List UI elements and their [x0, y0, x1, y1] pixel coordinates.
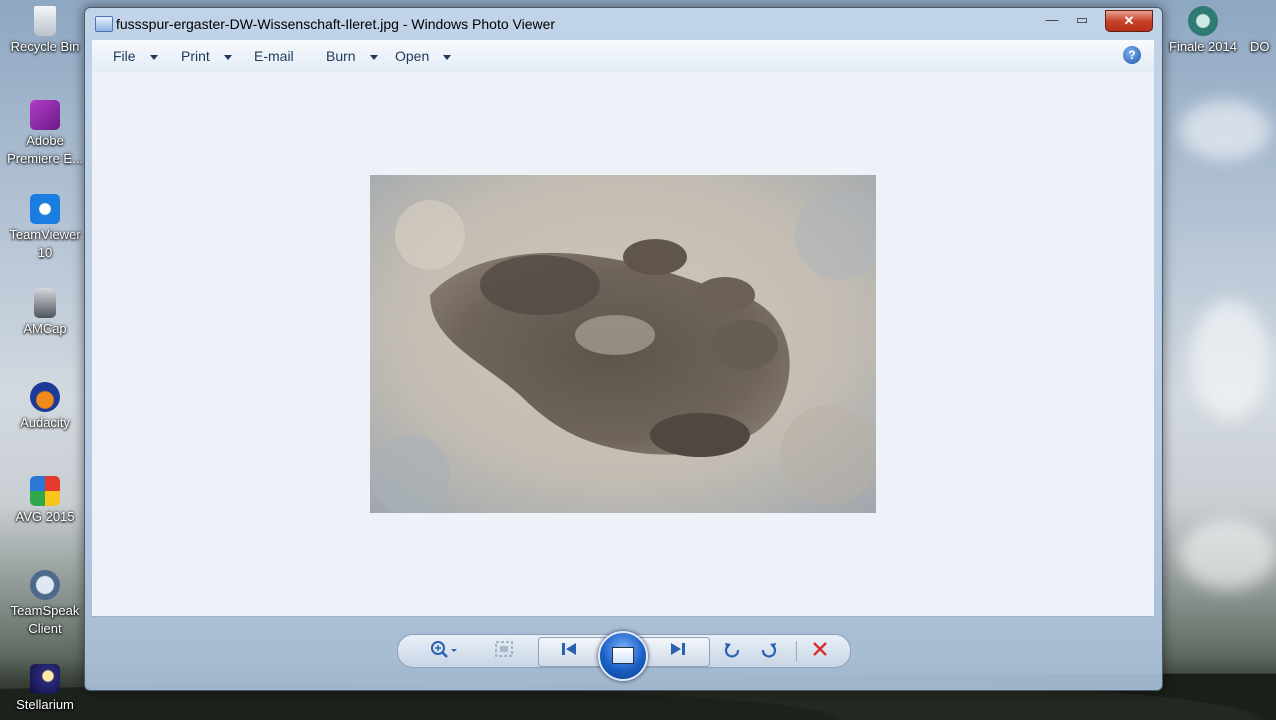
- desktop-icon-stellarium[interactable]: Stellarium: [3, 664, 87, 714]
- desktop-icon-label: DO: [1250, 39, 1270, 54]
- next-icon: [671, 643, 685, 655]
- help-icon[interactable]: ?: [1123, 46, 1141, 64]
- menu-open-label: Open: [395, 48, 430, 64]
- rotate-counterclockwise-button[interactable]: [719, 640, 745, 662]
- zoom-button[interactable]: [427, 640, 461, 662]
- slideshow-button[interactable]: [598, 631, 648, 681]
- desktop-icon-finale[interactable]: Finale 2014: [1161, 6, 1245, 56]
- rotate-clockwise-icon: [761, 643, 777, 658]
- menu-burn[interactable]: Burn: [326, 48, 378, 64]
- window-title: fussspur-ergaster-DW-Wissenschaft-Ileret…: [116, 16, 556, 32]
- close-button[interactable]: ✕: [1105, 10, 1153, 32]
- desktop-icon-label: AMCap: [23, 321, 67, 336]
- displayed-photo: [370, 175, 876, 513]
- previous-button[interactable]: [555, 640, 583, 662]
- audacity-icon: [30, 382, 60, 412]
- delete-button[interactable]: [807, 640, 833, 662]
- command-bar: File Print E-mail Burn Open ?: [92, 40, 1154, 73]
- cloud: [1180, 520, 1276, 590]
- desktop-icon-avg[interactable]: AVG 2015: [3, 476, 87, 526]
- desktop-icon-label: Adobe Premiere E...: [7, 133, 83, 166]
- rotate-counterclockwise-icon: [724, 643, 740, 658]
- menu-print-label: Print: [181, 48, 210, 64]
- cloud: [1190, 300, 1270, 420]
- desktop-icon-label: Stellarium: [16, 697, 74, 712]
- desktop-icon-teamviewer[interactable]: TeamViewer 10: [3, 194, 87, 262]
- previous-icon: [562, 643, 576, 655]
- cloud: [1180, 100, 1270, 160]
- desktop-icon-teamspeak[interactable]: TeamSpeak Client: [3, 570, 87, 638]
- desktop-icon-partial[interactable]: DO: [1236, 6, 1276, 56]
- desktop-icon-label: AVG 2015: [15, 509, 75, 524]
- desktop-icon-label: Finale 2014: [1169, 39, 1237, 54]
- rotate-clockwise-button[interactable]: [756, 640, 782, 662]
- image-viewer-area: [92, 72, 1154, 617]
- chevron-down-icon: [369, 54, 378, 60]
- title-bar[interactable]: fussspur-ergaster-DW-Wissenschaft-Ileret…: [85, 8, 1162, 40]
- next-button[interactable]: [664, 640, 692, 662]
- chevron-down-icon: [223, 54, 232, 60]
- recycle-bin-icon: [34, 6, 56, 36]
- adobe-premiere-icon: [30, 100, 60, 130]
- finale-icon: [1188, 6, 1218, 36]
- teamviewer-icon: [30, 194, 60, 224]
- chevron-down-icon: [149, 54, 158, 60]
- menu-file[interactable]: File: [113, 48, 158, 64]
- teamspeak-icon: [30, 570, 60, 600]
- toolbar-separator: [796, 641, 797, 661]
- amcap-icon: [34, 288, 56, 318]
- photo-viewer-app-icon: [95, 16, 113, 32]
- delete-icon: [813, 642, 827, 656]
- desktop-icon-adobe-premiere[interactable]: Adobe Premiere E...: [3, 100, 87, 168]
- desktop-icon-audacity[interactable]: Audacity: [3, 382, 87, 432]
- stellarium-icon: [30, 664, 60, 694]
- desktop-icon-label: Audacity: [20, 415, 70, 430]
- menu-print[interactable]: Print: [181, 48, 232, 64]
- menu-email-label: E-mail: [254, 48, 294, 64]
- desktop-icon-label: Recycle Bin: [10, 39, 80, 54]
- footprint-photo-image: [370, 175, 876, 513]
- menu-email[interactable]: E-mail: [254, 48, 294, 64]
- zoom-icon: [431, 641, 457, 658]
- photo-viewer-window: fussspur-ergaster-DW-Wissenschaft-Ileret…: [84, 7, 1163, 691]
- avg-icon: [30, 476, 60, 506]
- desktop-icon-label: TeamViewer 10: [9, 227, 81, 260]
- minimize-button[interactable]: —: [1039, 10, 1065, 30]
- generic-icon: [1241, 6, 1271, 36]
- desktop-icon-amcap[interactable]: AMCap: [3, 288, 87, 338]
- desktop-icon-label: TeamSpeak Client: [10, 603, 80, 636]
- menu-burn-label: Burn: [326, 48, 356, 64]
- maximize-button[interactable]: ▭: [1069, 10, 1095, 30]
- slideshow-icon: [612, 647, 634, 664]
- actual-size-button[interactable]: [491, 640, 517, 662]
- bottom-toolbar: [85, 617, 1162, 689]
- menu-open[interactable]: Open: [395, 48, 452, 64]
- chevron-down-icon: [443, 54, 452, 60]
- actual-size-icon: [495, 641, 513, 657]
- menu-file-label: File: [113, 48, 136, 64]
- desktop-icon-recycle-bin[interactable]: Recycle Bin: [3, 6, 87, 56]
